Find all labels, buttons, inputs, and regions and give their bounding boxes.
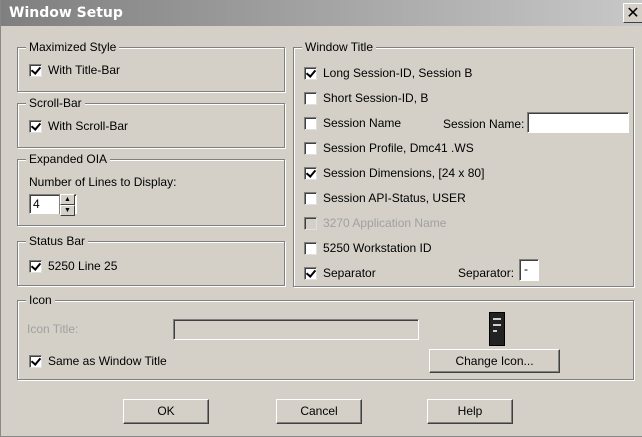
- session-name-input[interactable]: [527, 112, 629, 133]
- checkbox-label: Session Profile, Dmc41 .WS: [323, 141, 474, 155]
- checkbox-label: Session Dimensions, [24 x 80]: [323, 166, 485, 180]
- checkbox-label: 5250 Workstation ID: [323, 241, 432, 255]
- title-bar[interactable]: Window Setup ✕: [1, 0, 642, 26]
- application-name-3270-checkbox: 3270 Application Name: [304, 216, 446, 230]
- spin-up-icon[interactable]: ▲: [60, 194, 75, 205]
- checkbox-box[interactable]: [304, 191, 317, 205]
- checkbox-label: Separator: [323, 266, 376, 280]
- spin-down-icon[interactable]: ▼: [60, 205, 75, 216]
- checkbox-box[interactable]: [29, 119, 42, 133]
- status-bar-group: Status Bar 5250 Line 25: [17, 234, 285, 286]
- with-title-bar-checkbox[interactable]: With Title-Bar: [29, 63, 120, 77]
- lines-value: 4: [33, 197, 40, 211]
- dialog-title: Window Setup: [9, 5, 123, 21]
- checkbox-box: [304, 216, 317, 230]
- lines-spinner-input[interactable]: 4 ▲ ▼: [29, 194, 77, 216]
- window-setup-dialog: Window Setup ✕ Maximized Style With Titl…: [0, 0, 642, 437]
- checkbox-label: With Scroll-Bar: [48, 119, 129, 133]
- icon-title-input: [173, 319, 419, 340]
- checkbox-box[interactable]: [304, 66, 317, 80]
- session-api-status-checkbox[interactable]: Session API-Status, USER: [304, 191, 466, 205]
- scroll-bar-group: Scroll-Bar With Scroll-Bar: [17, 96, 285, 148]
- separator-checkbox[interactable]: Separator: [304, 266, 376, 280]
- short-session-id-checkbox[interactable]: Short Session-ID, B: [304, 91, 428, 105]
- checkbox-box[interactable]: [304, 141, 317, 155]
- line-25-checkbox[interactable]: 5250 Line 25: [29, 259, 117, 273]
- long-session-id-checkbox[interactable]: Long Session-ID, Session B: [304, 66, 472, 80]
- session-dimensions-checkbox[interactable]: Session Dimensions, [24 x 80]: [304, 166, 484, 180]
- checkbox-label: 3270 Application Name: [323, 216, 447, 230]
- lines-spinner[interactable]: ▲ ▼: [59, 194, 75, 216]
- same-as-window-title-checkbox[interactable]: Same as Window Title: [29, 354, 167, 368]
- group-label: Maximized Style: [26, 40, 120, 54]
- with-scroll-bar-checkbox[interactable]: With Scroll-Bar: [29, 119, 128, 133]
- checkbox-box[interactable]: [29, 354, 42, 368]
- window-title-group: Window Title Long Session-ID, Session B …: [293, 40, 634, 287]
- icon-title-label: Icon Title:: [27, 322, 79, 336]
- cancel-button[interactable]: Cancel: [276, 399, 362, 424]
- checkbox-box[interactable]: [304, 166, 317, 180]
- group-label: Status Bar: [26, 234, 89, 248]
- checkbox-box[interactable]: [304, 91, 317, 105]
- lines-to-display-label: Number of Lines to Display:: [29, 175, 177, 189]
- close-icon: ✕: [626, 3, 640, 22]
- icon-group: Icon Icon Title: Same as Window Title Ch…: [17, 293, 634, 380]
- session-name-field-label: Session Name:: [443, 117, 525, 131]
- separator-field-label: Separator:: [458, 266, 515, 280]
- checkbox-box[interactable]: [29, 63, 42, 77]
- separator-input[interactable]: -: [519, 259, 539, 281]
- checkbox-box[interactable]: [29, 259, 42, 273]
- checkbox-box[interactable]: [304, 241, 317, 255]
- checkbox-label: 5250 Line 25: [48, 259, 118, 273]
- checkbox-label: Short Session-ID, B: [323, 91, 429, 105]
- maximized-style-group: Maximized Style With Title-Bar: [17, 40, 285, 92]
- ok-button[interactable]: OK: [123, 399, 209, 424]
- checkbox-label: Session API-Status, USER: [323, 191, 466, 205]
- group-label: Icon: [26, 293, 55, 307]
- separator-value: -: [524, 262, 528, 276]
- session-profile-checkbox[interactable]: Session Profile, Dmc41 .WS: [304, 141, 474, 155]
- help-button[interactable]: Help: [427, 399, 513, 424]
- checkbox-label: Long Session-ID, Session B: [323, 66, 473, 80]
- mainframe-terminal-icon: [489, 312, 505, 346]
- session-name-checkbox[interactable]: Session Name: [304, 116, 401, 130]
- checkbox-box[interactable]: [304, 116, 317, 130]
- expanded-oia-group: Expanded OIA Number of Lines to Display:…: [17, 152, 285, 226]
- workstation-id-checkbox[interactable]: 5250 Workstation ID: [304, 241, 432, 255]
- checkbox-label: Session Name: [323, 116, 402, 130]
- group-label: Scroll-Bar: [26, 96, 85, 110]
- checkbox-box[interactable]: [304, 266, 317, 280]
- close-button[interactable]: ✕: [623, 3, 642, 23]
- checkbox-label: With Title-Bar: [48, 63, 121, 77]
- group-label: Expanded OIA: [26, 152, 111, 166]
- group-label: Window Title: [302, 40, 377, 54]
- change-icon-button[interactable]: Change Icon...: [429, 349, 560, 373]
- checkbox-label: Same as Window Title: [48, 354, 167, 368]
